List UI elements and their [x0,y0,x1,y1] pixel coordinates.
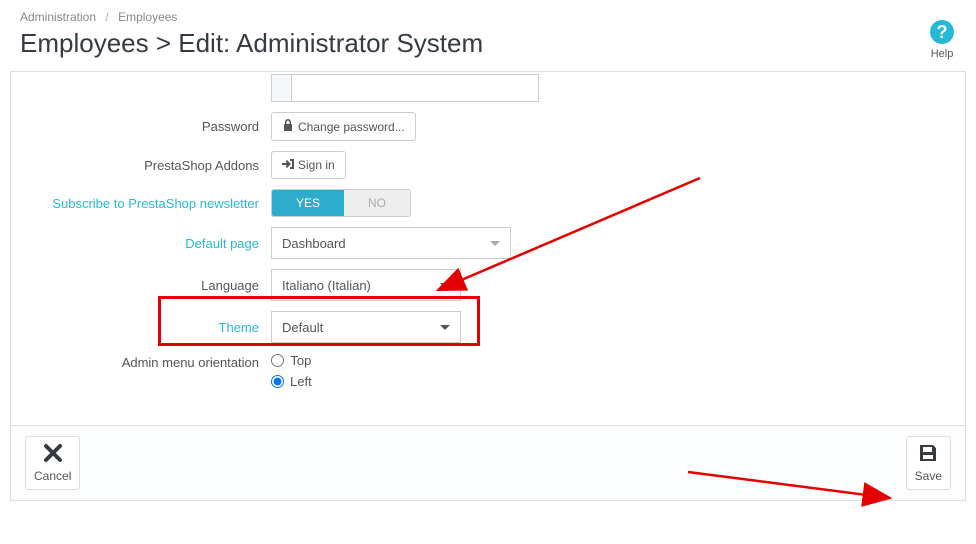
chevron-down-icon [440,283,450,288]
default-page-select[interactable]: Dashboard [271,227,511,259]
chevron-down-icon [440,325,450,330]
page-title: Employees > Edit: Administrator System [20,28,956,59]
row-language: Language Italiano (Italian) [11,269,965,301]
default-page-label[interactable]: Default page [11,236,271,251]
row-theme: Theme Default [11,311,965,343]
theme-value: Default [282,320,323,335]
toggle-no[interactable]: NO [344,190,410,216]
email-input[interactable] [291,74,539,102]
default-page-value: Dashboard [282,236,346,251]
row-email: Email address [11,74,965,102]
sign-in-label: Sign in [298,158,335,172]
language-label: Language [11,278,271,293]
row-addons: PrestaShop Addons Sign in [11,151,965,179]
orientation-top-radio[interactable] [271,354,284,367]
password-label: Password [11,119,271,134]
theme-select[interactable]: Default [271,311,461,343]
row-newsletter: Subscribe to PrestaShop newsletter YES N… [11,189,965,217]
change-password-label: Change password... [298,120,405,134]
row-password: Password Change password... [11,112,965,141]
save-label: Save [915,469,942,483]
help-icon: ? [930,20,954,44]
breadcrumb-sep: / [105,10,108,24]
orientation-left-label: Left [290,374,312,389]
sign-in-icon [282,158,294,172]
breadcrumb-page[interactable]: Employees [118,10,177,24]
orientation-left-radio[interactable] [271,375,284,388]
close-icon [34,443,71,467]
addons-label: PrestaShop Addons [11,158,271,173]
newsletter-toggle[interactable]: YES NO [271,189,411,217]
orientation-label: Admin menu orientation [11,353,271,370]
change-password-button[interactable]: Change password... [271,112,416,141]
orientation-top-label: Top [290,353,311,368]
row-orientation: Admin menu orientation Top Left [11,353,965,395]
save-icon [915,443,942,467]
row-default-page: Default page Dashboard [11,227,965,259]
save-button[interactable]: Save [906,436,951,490]
breadcrumb: Administration / Employees [20,10,956,24]
language-select[interactable]: Italiano (Italian) [271,269,461,301]
theme-label[interactable]: Theme [11,320,271,335]
email-icon-box [271,74,291,102]
chevron-down-icon [490,241,500,246]
cancel-label: Cancel [34,469,71,483]
toggle-yes[interactable]: YES [272,190,344,216]
panel-footer: Cancel Save [11,425,965,500]
orientation-left-option[interactable]: Left [271,374,312,389]
orientation-top-option[interactable]: Top [271,353,311,368]
help-label: Help [931,48,954,60]
form-panel: Email address Password Change password..… [10,71,966,501]
page-header: Administration / Employees Employees > E… [0,0,976,71]
newsletter-label[interactable]: Subscribe to PrestaShop newsletter [11,196,271,211]
help-button[interactable]: ? Help [930,20,954,60]
lock-icon [282,119,294,134]
form-area: Email address Password Change password..… [11,72,965,425]
sign-in-button[interactable]: Sign in [271,151,346,179]
cancel-button[interactable]: Cancel [25,436,80,490]
breadcrumb-root[interactable]: Administration [20,10,96,24]
language-value: Italiano (Italian) [282,278,371,293]
